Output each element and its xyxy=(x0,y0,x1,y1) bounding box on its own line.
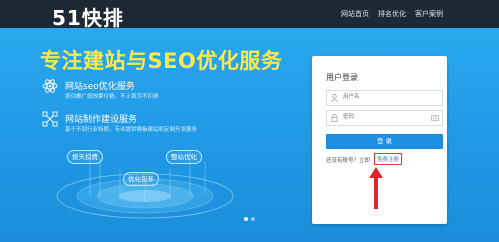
nav-item-cases[interactable]: 客户案例 xyxy=(415,9,443,19)
register-prompt: 还没有账号？立即 xyxy=(326,158,371,164)
nav-item-ranking[interactable]: 排名优化 xyxy=(378,9,406,19)
carousel-dots[interactable] xyxy=(243,216,257,222)
pill-daily-billing[interactable]: 按天扣费 xyxy=(67,150,103,164)
lock-icon xyxy=(331,114,338,122)
password-field[interactable] xyxy=(326,110,443,126)
password-input[interactable] xyxy=(343,112,423,122)
hero-headline: 专注建站与SEO优化服务 xyxy=(40,49,283,73)
pill-annual-plan[interactable]: 优化包年 xyxy=(123,172,159,186)
feature-seo-desc: 按词推广按效果付费，不上首页不扣费 xyxy=(65,94,159,100)
network-icon xyxy=(42,111,58,127)
username-input[interactable] xyxy=(343,92,423,102)
user-icon xyxy=(331,94,338,102)
login-button[interactable]: 登 录 xyxy=(326,134,443,149)
keyboard-icon[interactable] xyxy=(431,114,439,122)
register-link[interactable]: 免费注册 xyxy=(374,153,403,165)
feature-seo-title: 网站seo优化服务 xyxy=(65,82,135,92)
top-nav-bar: 51快排 网站首页 排名优化 客户案例 xyxy=(0,0,499,31)
feature-web-title: 网站制作建设服务 xyxy=(65,115,138,125)
nav-item-home[interactable]: 网站首页 xyxy=(341,9,369,19)
feature-web-desc: 基于不同行业特质，专业提供模板建站和定制开发服务 xyxy=(65,127,198,133)
red-arrow-annotation xyxy=(369,167,383,209)
login-title: 用户登录 xyxy=(326,73,358,82)
pill-site-optimization[interactable]: 整站优化 xyxy=(166,150,202,164)
atom-icon xyxy=(42,79,58,93)
username-field[interactable] xyxy=(326,90,443,106)
site-logo[interactable]: 51快排 xyxy=(52,2,124,31)
platform-illustration xyxy=(56,150,234,219)
